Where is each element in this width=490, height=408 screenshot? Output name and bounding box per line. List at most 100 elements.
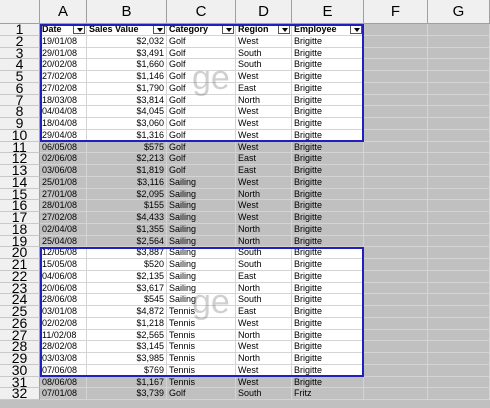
table-cell[interactable]: 28/01/08 — [40, 200, 87, 212]
table-cell[interactable]: Sailing — [167, 247, 236, 259]
column-header-e[interactable]: E — [292, 0, 364, 24]
table-cell[interactable]: Golf — [167, 82, 236, 95]
table-cell[interactable]: 27/01/08 — [40, 188, 87, 201]
table-cell[interactable] — [428, 329, 490, 342]
table-cell[interactable]: Brigitte — [292, 94, 364, 107]
row-header[interactable]: 7 — [0, 94, 40, 107]
table-cell[interactable]: 02/02/08 — [40, 317, 87, 330]
table-cell[interactable]: $3,887 — [87, 247, 167, 259]
table-cell[interactable]: Golf — [167, 388, 236, 400]
table-cell[interactable]: 18/04/08 — [40, 118, 87, 130]
table-cell[interactable]: $3,985 — [87, 353, 167, 365]
table-cell[interactable]: West — [236, 200, 292, 212]
row-header[interactable]: 18 — [0, 223, 40, 236]
table-cell[interactable]: Golf — [167, 71, 236, 83]
table-cell[interactable]: Brigitte — [292, 306, 364, 318]
table-cell[interactable]: 25/01/08 — [40, 176, 87, 189]
table-cell[interactable]: Golf — [167, 59, 236, 71]
column-header-g[interactable]: G — [428, 0, 490, 24]
table-cell[interactable] — [428, 106, 490, 118]
table-cell[interactable]: West — [236, 376, 292, 389]
table-cell[interactable] — [364, 329, 428, 342]
table-cell[interactable]: East — [236, 270, 292, 283]
table-cell[interactable]: Brigitte — [292, 118, 364, 130]
row-header[interactable]: 15 — [0, 188, 40, 201]
table-cell[interactable] — [364, 35, 428, 48]
table-cell[interactable]: Brigitte — [292, 176, 364, 189]
table-cell[interactable]: $3,814 — [87, 94, 167, 107]
row-header[interactable]: 14 — [0, 176, 40, 189]
table-cell[interactable]: $1,819 — [87, 165, 167, 177]
table-cell[interactable]: East — [236, 306, 292, 318]
table-cell[interactable]: Sailing — [167, 235, 236, 248]
table-cell[interactable] — [364, 341, 428, 353]
row-header[interactable]: 5 — [0, 71, 40, 83]
table-cell[interactable]: Tennis — [167, 353, 236, 365]
table-cell[interactable] — [428, 188, 490, 201]
table-cell[interactable] — [428, 294, 490, 306]
table-cell[interactable]: Brigitte — [292, 82, 364, 95]
header-cell[interactable]: Category — [167, 24, 236, 36]
header-cell[interactable]: Employee — [292, 24, 364, 36]
table-cell[interactable] — [364, 247, 428, 259]
table-cell[interactable]: Tennis — [167, 306, 236, 318]
table-cell[interactable]: $1,355 — [87, 223, 167, 236]
table-cell[interactable] — [428, 71, 490, 83]
table-cell[interactable]: $1,167 — [87, 376, 167, 389]
table-cell[interactable]: $3,145 — [87, 341, 167, 353]
table-cell[interactable]: Golf — [167, 153, 236, 165]
table-cell[interactable]: 27/02/08 — [40, 82, 87, 95]
table-cell[interactable]: $3,739 — [87, 388, 167, 400]
table-cell[interactable]: $3,617 — [87, 282, 167, 295]
table-cell[interactable]: 28/06/08 — [40, 294, 87, 306]
table-cell[interactable] — [428, 212, 490, 224]
table-cell[interactable]: $575 — [87, 141, 167, 154]
table-cell[interactable]: West — [236, 106, 292, 118]
table-cell[interactable]: South — [236, 294, 292, 306]
table-cell[interactable]: 04/06/08 — [40, 270, 87, 283]
row-header[interactable]: 1 — [0, 24, 40, 36]
table-cell[interactable] — [364, 353, 428, 365]
table-cell[interactable] — [428, 176, 490, 189]
row-header[interactable]: 9 — [0, 118, 40, 130]
table-cell[interactable] — [428, 259, 490, 271]
table-cell[interactable]: Brigitte — [292, 129, 364, 142]
table-cell[interactable]: Golf — [167, 165, 236, 177]
table-cell[interactable]: West — [236, 176, 292, 189]
row-header[interactable]: 22 — [0, 270, 40, 283]
table-cell[interactable] — [428, 82, 490, 95]
table-cell[interactable]: South — [236, 388, 292, 400]
header-cell[interactable]: Date — [40, 24, 87, 36]
table-cell[interactable]: Brigitte — [292, 376, 364, 389]
table-cell[interactable] — [428, 388, 490, 400]
table-cell[interactable]: Sailing — [167, 259, 236, 271]
table-cell[interactable] — [364, 388, 428, 400]
table-cell[interactable] — [428, 153, 490, 165]
table-cell[interactable] — [428, 223, 490, 236]
table-cell[interactable]: South — [236, 59, 292, 71]
table-cell[interactable]: 25/04/08 — [40, 235, 87, 248]
table-cell[interactable]: North — [236, 235, 292, 248]
table-cell[interactable] — [364, 176, 428, 189]
table-cell[interactable]: 12/05/08 — [40, 247, 87, 259]
table-cell[interactable]: Tennis — [167, 341, 236, 353]
table-cell[interactable]: Brigitte — [292, 294, 364, 306]
table-cell[interactable]: Brigitte — [292, 106, 364, 118]
table-cell[interactable]: 04/04/08 — [40, 106, 87, 118]
table-cell[interactable] — [364, 306, 428, 318]
table-cell[interactable] — [428, 141, 490, 154]
table-cell[interactable]: 06/05/08 — [40, 141, 87, 154]
table-cell[interactable]: Golf — [167, 106, 236, 118]
table-cell[interactable]: 27/02/08 — [40, 212, 87, 224]
table-cell[interactable]: Brigitte — [292, 247, 364, 259]
table-cell[interactable]: Brigitte — [292, 153, 364, 165]
row-header[interactable]: 24 — [0, 294, 40, 306]
table-cell[interactable]: West — [236, 35, 292, 48]
row-header[interactable]: 27 — [0, 329, 40, 342]
row-header[interactable]: 28 — [0, 341, 40, 353]
table-cell[interactable]: $1,218 — [87, 317, 167, 330]
table-cell[interactable]: Brigitte — [292, 223, 364, 236]
table-cell[interactable] — [428, 59, 490, 71]
table-cell[interactable]: South — [236, 259, 292, 271]
table-cell[interactable]: 03/03/08 — [40, 353, 87, 365]
